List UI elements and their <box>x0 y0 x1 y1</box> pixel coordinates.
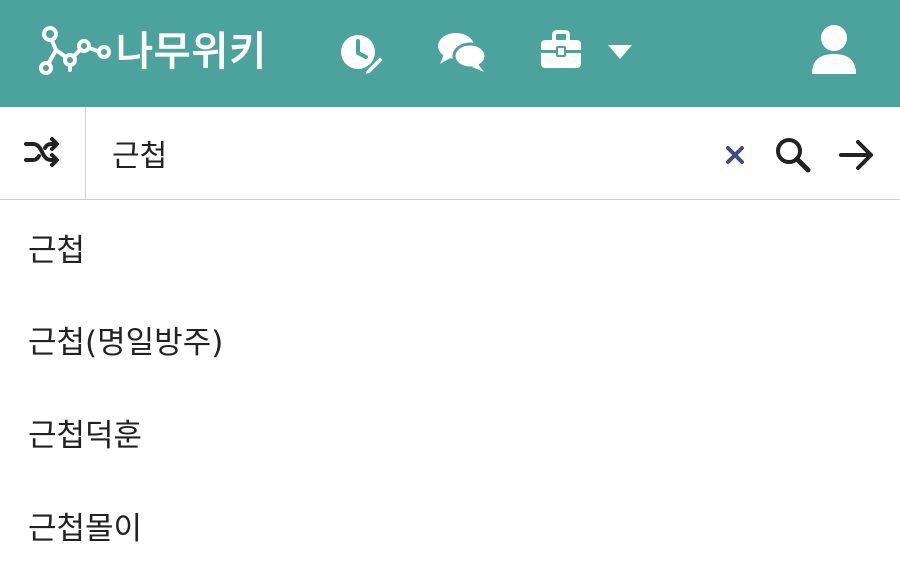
search-icon <box>776 138 811 173</box>
caret-down-icon <box>608 45 632 59</box>
discussion-icon <box>438 33 488 72</box>
site-logo[interactable]: 나무위키 <box>36 24 286 80</box>
search-input[interactable] <box>112 129 692 177</box>
search-bar <box>0 107 900 200</box>
close-icon <box>726 146 744 164</box>
suggestion-item[interactable]: 근첩(명일방주) <box>0 294 900 387</box>
site-logo-text: 나무위키 <box>116 29 268 75</box>
toolbox-button[interactable] <box>540 30 582 70</box>
discussion-button[interactable] <box>436 30 488 74</box>
tree-logo-icon <box>39 26 111 75</box>
search-suggestions-list: 근첩 근첩(명일방주) 근첩덕훈 근첩몰이 <box>0 201 900 573</box>
shuffle-icon <box>24 137 59 167</box>
go-button[interactable] <box>838 138 876 172</box>
suggestion-item[interactable]: 근첩덕훈 <box>0 387 900 480</box>
recent-changes-icon <box>341 35 386 77</box>
toolbox-icon <box>541 30 581 68</box>
recent-changes-button[interactable] <box>338 30 386 77</box>
suggestion-item[interactable]: 근첩 <box>0 201 900 294</box>
search-button[interactable] <box>774 136 812 174</box>
top-navbar: 나무위키 <box>0 0 900 107</box>
clear-search-button[interactable] <box>722 142 748 168</box>
arrow-right-icon <box>839 140 873 170</box>
user-icon <box>812 25 856 74</box>
more-dropdown-button[interactable] <box>606 43 634 61</box>
suggestion-item[interactable]: 근첩몰이 <box>0 480 900 573</box>
random-page-button[interactable] <box>0 107 86 199</box>
user-menu-button[interactable] <box>810 24 858 76</box>
